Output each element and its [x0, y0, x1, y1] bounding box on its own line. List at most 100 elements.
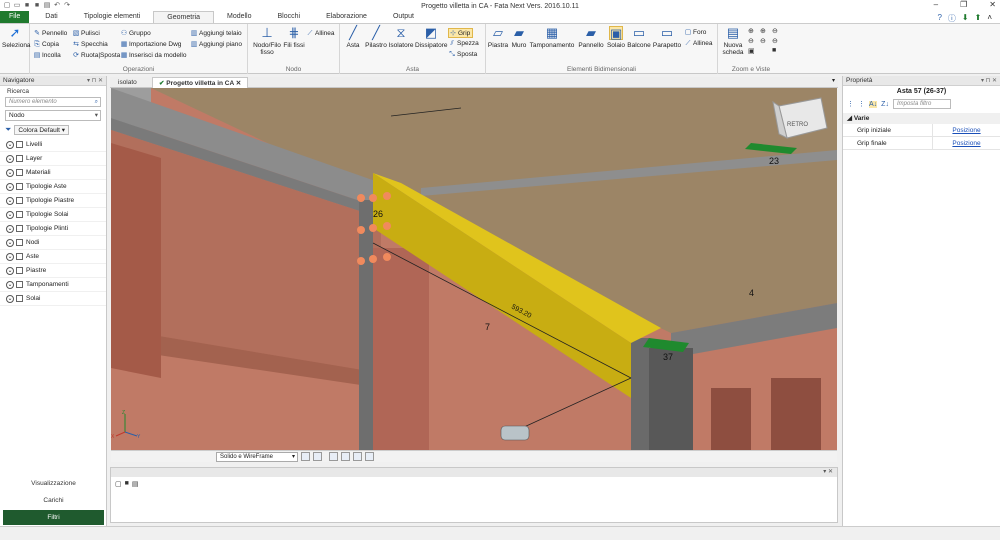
sposta-button[interactable]: ⤡ Sposta	[448, 50, 477, 60]
expand-icon[interactable]: ⌄	[6, 140, 14, 149]
expand-icon[interactable]: ⌄	[6, 280, 14, 289]
tab-tipologie-elementi[interactable]: Tipologie elementi	[71, 11, 154, 23]
zoom-extents-icon[interactable]: ⊖	[748, 37, 758, 45]
search-icon[interactable]: ⌕	[95, 98, 98, 107]
checkbox[interactable]	[16, 169, 23, 176]
parapetto-button[interactable]: ▭ Parapetto	[652, 26, 682, 50]
nodo-filo-fisso-button[interactable]: ⊥ Nodo/Filo fisso	[251, 26, 283, 57]
save-view-icon[interactable]: ■	[772, 47, 782, 55]
asta-button[interactable]: ╱ Asta	[342, 26, 364, 50]
pin-icon[interactable]: ▾ ✕	[823, 468, 833, 475]
pulisci-button[interactable]: ▧ Pulisci	[72, 29, 100, 39]
tree-item-tipologie-plinti[interactable]: ⌄ Tipologie Plinti	[0, 222, 106, 236]
categorized-icon[interactable]: ⋮	[847, 100, 854, 108]
tab-blocchi[interactable]: Blocchi	[265, 11, 314, 23]
download-icon[interactable]: ⬇	[962, 13, 969, 24]
aggiungi-telaio-button[interactable]: ▥ Aggiungi telaio	[190, 29, 242, 39]
list-icon[interactable]: ⋮	[858, 100, 865, 108]
expand-icon[interactable]: ⌄	[6, 182, 14, 191]
tree-item-livelli[interactable]: ⌄ Livelli	[0, 138, 106, 152]
export-icon[interactable]	[329, 452, 338, 461]
expand-icon[interactable]: ⌄	[6, 238, 14, 247]
incolla-button[interactable]: ▤ Incolla	[33, 51, 61, 61]
new-file-icon[interactable]: ▢	[3, 2, 11, 10]
zoom-in-icon[interactable]: ⊕	[760, 27, 770, 35]
pin-icon[interactable]: ▾ ⊓ ✕	[87, 76, 103, 86]
redo-icon[interactable]: ↷	[63, 2, 71, 10]
checkbox[interactable]	[16, 253, 23, 260]
grip-button[interactable]: ⊹ Grip	[448, 28, 474, 38]
zoom-all-icon[interactable]: ⊖	[772, 37, 782, 45]
minimize-icon[interactable]: –	[934, 0, 938, 9]
tab-dati[interactable]: Dati	[32, 11, 70, 23]
property-filter-input[interactable]: Imposta filtro	[892, 99, 951, 109]
property-value-link[interactable]: Posizione	[933, 124, 1000, 136]
print-icon[interactable]: ▤	[43, 2, 51, 10]
solaio-button[interactable]: ▣ Solaio	[605, 26, 627, 49]
undo-icon[interactable]: ↶	[53, 2, 61, 10]
visualizzazione-button[interactable]: Visualizzazione	[3, 476, 104, 491]
ribbon-collapse-icon[interactable]: ˄	[987, 13, 992, 24]
tree-item-materiali[interactable]: ⌄ Materiali	[0, 166, 106, 180]
new-icon[interactable]: ▢	[115, 480, 122, 488]
tree-item-layer[interactable]: ⌄ Layer	[0, 152, 106, 166]
tab-file[interactable]: File	[0, 11, 30, 23]
pennello-button[interactable]: ✎ Pennello	[33, 29, 67, 39]
save-icon[interactable]: ■	[23, 2, 31, 10]
filter-icon[interactable]: ⏷	[5, 124, 11, 135]
foro-button[interactable]: ▢ Foro	[684, 28, 707, 38]
color-default-button[interactable]: Colora Default ▾	[14, 124, 70, 135]
view-toggle-icon[interactable]	[301, 452, 310, 461]
tree-item-aste[interactable]: ⌄ Aste	[0, 250, 106, 264]
copia-button[interactable]: ⎘ Copia	[33, 40, 59, 50]
tamponamento-button[interactable]: ▦ Tamponamento	[529, 26, 575, 50]
expand-icon[interactable]: ⌄	[6, 266, 14, 275]
gruppo-button[interactable]: ⚇ Gruppo	[120, 29, 151, 39]
checkbox[interactable]	[16, 197, 23, 204]
3d-viewport[interactable]: RETRO 23 26 37 4 7 593.20 Z X Y	[111, 88, 837, 450]
tree-item-tipologie-aste[interactable]: ⌄ Tipologie Aste	[0, 180, 106, 194]
tab-modello[interactable]: Modello	[214, 11, 265, 23]
property-category[interactable]: ◢ Varie	[843, 113, 1000, 124]
sort-az-icon[interactable]: A↓	[869, 100, 878, 108]
checkbox[interactable]	[16, 295, 23, 302]
spezza-button[interactable]: ⫽ Spezza	[448, 39, 478, 49]
expand-icon[interactable]: ⌄	[6, 154, 14, 163]
tab-geometria[interactable]: Geometria	[153, 11, 214, 23]
checkbox[interactable]	[16, 183, 23, 190]
tree-item-piastre[interactable]: ⌄ Piastre	[0, 264, 106, 278]
search-input[interactable]: Numero elemento ⌕	[5, 97, 101, 107]
sort-za-icon[interactable]: Z↓	[881, 101, 889, 108]
carichi-button[interactable]: Carichi	[3, 493, 104, 508]
pilastro-button[interactable]: ╱ Pilastro	[364, 26, 388, 50]
fili-fissi-button[interactable]: ⋕ Fili fissi	[283, 26, 305, 50]
doc-tab-progetto[interactable]: ✔ Progetto villetta in CA ✕	[152, 77, 249, 88]
expand-icon[interactable]: ⌄	[6, 168, 14, 177]
tree-item-solai[interactable]: ⌄ Solai	[0, 292, 106, 306]
ruota-sposta-button[interactable]: ⟳ Ruota|Sposta	[72, 51, 120, 61]
checkbox[interactable]	[16, 239, 23, 246]
tree-item-tamponamenti[interactable]: ⌄ Tamponamenti	[0, 278, 106, 292]
print-icon[interactable]: ▤	[132, 480, 139, 488]
close-tab-icon[interactable]: ✕	[236, 80, 241, 87]
doc-tabs-menu-icon[interactable]: ▾	[832, 77, 835, 84]
document-icon[interactable]	[365, 452, 374, 461]
filtri-button[interactable]: Filtri	[3, 510, 104, 525]
view-mode-select[interactable]: Solido e WireFrame ▾	[216, 452, 298, 462]
tree-item-tipologie-piastre[interactable]: ⌄ Tipologie Piastre	[0, 194, 106, 208]
view-icon[interactable]	[760, 47, 770, 55]
specchia-button[interactable]: ⇆ Specchia	[72, 40, 108, 50]
tab-elaborazione[interactable]: Elaborazione	[313, 11, 380, 23]
muro-button[interactable]: ▰ Muro	[510, 26, 528, 50]
inserisci-da-modello-button[interactable]: ▦ Inserisci da modello	[120, 51, 187, 61]
print-icon[interactable]	[341, 452, 350, 461]
aggiungi-piano-button[interactable]: ▥ Aggiungi piano	[190, 40, 242, 50]
zoom-out-icon[interactable]: ⊖	[772, 27, 782, 35]
tree-item-nodi[interactable]: ⌄ Nodi	[0, 236, 106, 250]
nuova-scheda-button[interactable]: ▤ Nuova scheda	[720, 26, 746, 57]
doc-tab-isolato[interactable]: isolato	[112, 77, 143, 88]
upload-icon[interactable]: ⬆	[975, 13, 982, 24]
balcone-button[interactable]: ▭ Balcone	[627, 26, 651, 50]
view-toggle-icon[interactable]	[313, 452, 322, 461]
checkbox[interactable]	[16, 281, 23, 288]
